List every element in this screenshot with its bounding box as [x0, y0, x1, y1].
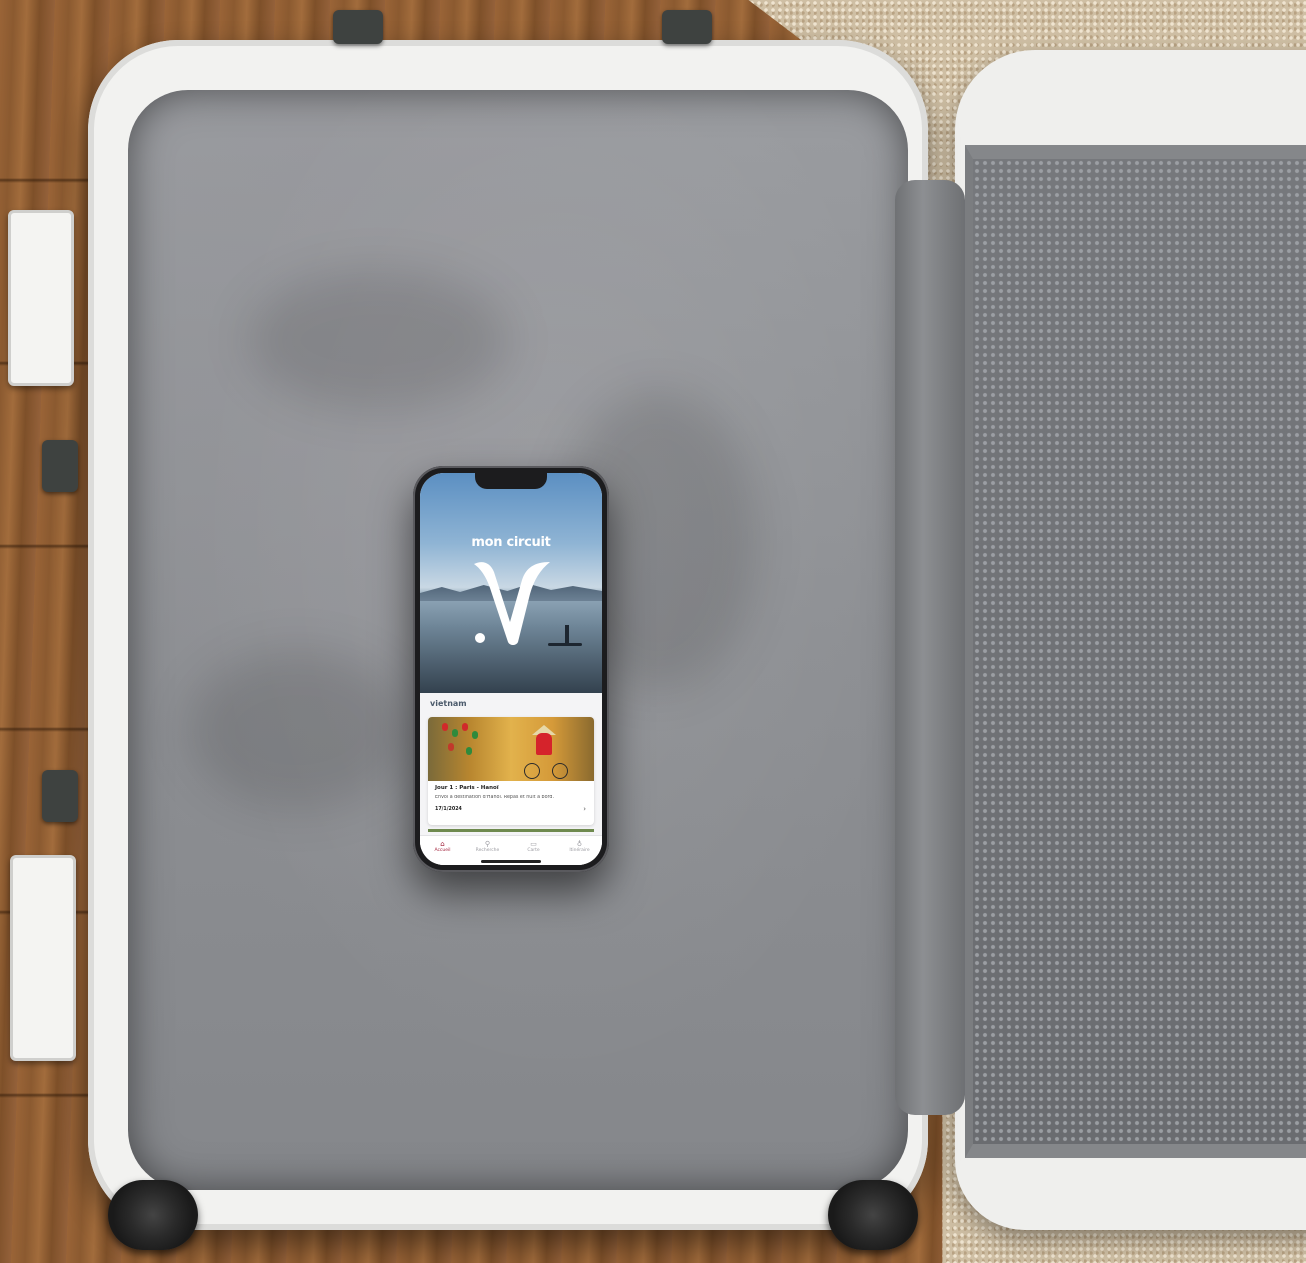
tab-label: Accueil [434, 848, 451, 853]
next-card-peek [428, 829, 594, 832]
smartphone: mon circuit vietnam Jour 1: Paris - Han… [413, 466, 609, 872]
tab-label: Itinéraire [569, 848, 590, 853]
lining-fold [188, 650, 408, 810]
pin-icon: ♁ [576, 840, 583, 848]
cyclist [536, 733, 552, 755]
suitcase-wheel [828, 1180, 918, 1250]
card-title: Jour 1 : Paris - Hanoï [435, 785, 499, 791]
map-icon: ▭ [530, 840, 537, 848]
lantern [466, 747, 472, 755]
section-title: vietnam [430, 699, 467, 708]
lantern [452, 729, 458, 737]
top-handle-clip [662, 10, 712, 44]
suitcase-wheel [108, 1180, 198, 1250]
paddler [565, 625, 569, 643]
card-description: Envol à destination d'Hanoï. Repas et nu… [435, 795, 554, 800]
phone-notch [475, 473, 547, 489]
tab-accueil[interactable]: ⌂ Accueil [420, 840, 465, 853]
paddle-board [548, 643, 582, 646]
top-handle-clip [333, 10, 383, 44]
lantern [462, 723, 468, 731]
lantern [442, 723, 448, 731]
search-icon: ⚲ [484, 840, 491, 848]
suitcase-hinge [895, 180, 965, 1115]
card-image [428, 717, 594, 781]
itinerary-day-card[interactable]: Jour 1 : Paris - Hanoï Envol à destinati… [428, 717, 594, 825]
side-handle-clip [42, 770, 78, 822]
lid-mesh-pocket [965, 145, 1306, 1158]
tab-label: Recherche [475, 848, 500, 853]
tab-itineraire[interactable]: ♁ Itinéraire [557, 840, 602, 853]
tab-recherche[interactable]: ⚲ Recherche [465, 840, 510, 853]
hero-image: mon circuit [420, 473, 602, 693]
voyageurs-logo-icon [474, 562, 550, 645]
chevron-right-icon: › [583, 805, 586, 813]
bicycle-wheel [524, 763, 540, 779]
app-title: mon circuit [471, 535, 551, 550]
side-latch [10, 855, 76, 1061]
bicycle-wheel [552, 763, 568, 779]
tab-label: Carte [527, 848, 540, 853]
home-indicator [481, 860, 541, 863]
lantern [448, 743, 454, 751]
phone-screen: mon circuit vietnam Jour 1: Paris - Han… [420, 473, 602, 865]
card-date: 17/1/2024 [435, 807, 462, 812]
home-icon: ⌂ [440, 840, 445, 848]
side-latch [8, 210, 74, 386]
tab-carte[interactable]: ▭ Carte [511, 840, 556, 853]
side-handle-clip [42, 440, 78, 492]
lining-fold [248, 270, 508, 410]
lantern [472, 731, 478, 739]
